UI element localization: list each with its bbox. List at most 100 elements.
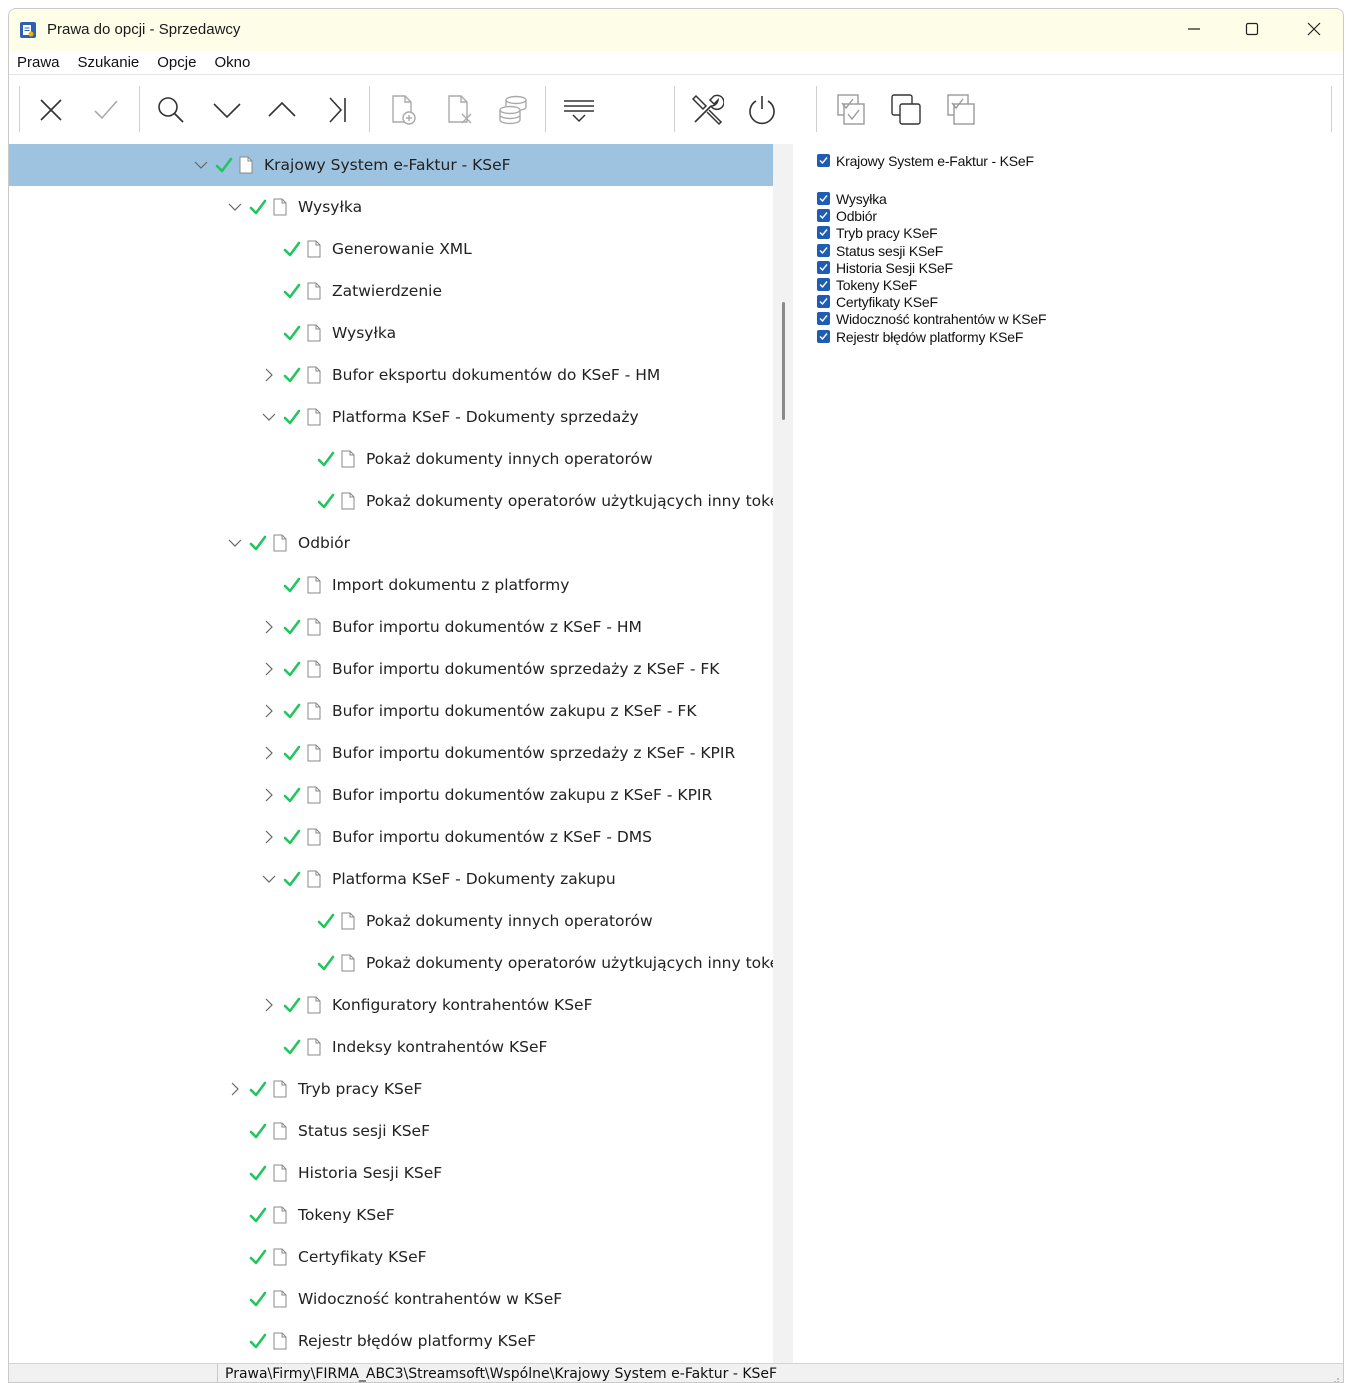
menu-prawa[interactable]: Prawa [17,54,60,71]
chevron-right-icon[interactable] [262,788,276,802]
green-check-icon[interactable] [248,1079,268,1099]
tree-scrollbar[interactable] [773,144,793,1363]
green-check-icon[interactable] [282,617,302,637]
tree-row[interactable]: Indeksy kontrahentów KSeF [9,1026,773,1068]
chevron-down-icon[interactable] [262,410,276,424]
chevron-right-icon[interactable] [262,830,276,844]
checkbox-row[interactable]: Historia Sesji KSeF [817,259,953,276]
menu-opcje[interactable]: Opcje [157,54,196,71]
tree-row[interactable]: Historia Sesji KSeF [9,1152,773,1194]
checkbox[interactable] [817,209,830,222]
green-check-icon[interactable] [248,1289,268,1309]
chevron-down-icon[interactable] [228,536,242,550]
uncheck-all-button[interactable] [886,92,926,132]
permissions-tree[interactable]: Krajowy System e-Faktur - KSeF Wysyłka Gen… [9,144,773,1363]
chevron-right-icon[interactable] [262,746,276,760]
green-check-icon[interactable] [282,659,302,679]
tree-row[interactable]: Bufor eksportu dokumentów do KSeF - HM [9,354,773,396]
chevron-down-icon[interactable] [262,872,276,886]
checkbox[interactable] [817,244,830,257]
menu-szukanie[interactable]: Szukanie [78,54,140,71]
add-document-button[interactable] [383,92,423,132]
tree-row[interactable]: Pokaż dokumenty innych operatorów [9,900,773,942]
green-check-icon[interactable] [282,365,302,385]
filter-button[interactable] [559,92,599,132]
green-check-icon[interactable] [248,1121,268,1141]
tree-row[interactable]: Bufor importu dokumentów z KSeF - DMS [9,816,773,858]
tree-row[interactable]: Rejestr błędów platformy KSeF [9,1320,773,1362]
cancel-button[interactable] [31,92,71,132]
green-check-icon[interactable] [282,575,302,595]
tree-row[interactable]: Wysyłka [9,186,773,228]
tree-row[interactable]: Tryb pracy KSeF [9,1068,773,1110]
chevron-down-icon[interactable] [228,200,242,214]
menu-okno[interactable]: Okno [214,54,250,71]
title-bar[interactable]: Prawa do opcji - Sprzedawcy [9,9,1343,51]
scrollbar-thumb[interactable] [782,302,785,420]
minimize-button[interactable] [1165,9,1223,51]
delete-document-button[interactable] [439,92,479,132]
green-check-icon[interactable] [282,323,302,343]
green-check-icon[interactable] [282,1037,302,1057]
tree-row[interactable]: Bufor importu dokumentów sprzedaży z KSe… [9,648,773,690]
chevron-right-icon[interactable] [262,368,276,382]
maximize-button[interactable] [1223,9,1281,51]
checkbox[interactable] [817,261,830,274]
checkbox[interactable] [817,330,830,343]
tree-row[interactable]: Generowanie XML [9,228,773,270]
checkbox[interactable] [817,278,830,291]
checkbox-row[interactable]: Odbiór [817,207,877,224]
green-check-icon[interactable] [282,785,302,805]
tree-row[interactable]: Wysyłka [9,312,773,354]
chevron-right-icon[interactable] [262,998,276,1012]
tree-row[interactable]: Status sesji KSeF [9,1110,773,1152]
tree-row[interactable]: Pokaż dokumenty operatorów użytkujących … [9,942,773,984]
checkbox-row[interactable]: Widoczność kontrahentów w KSeF [817,310,1047,327]
chevron-down-icon[interactable] [194,158,208,172]
green-check-icon[interactable] [248,1331,268,1351]
green-check-icon[interactable] [282,281,302,301]
accept-button[interactable] [86,92,126,132]
power-button[interactable] [742,92,782,132]
green-check-icon[interactable] [248,1163,268,1183]
green-check-icon[interactable] [248,533,268,553]
green-check-icon[interactable] [248,197,268,217]
green-check-icon[interactable] [214,155,234,175]
checkbox-row[interactable]: Rejestr błędów platformy KSeF [817,328,1023,345]
checkbox[interactable] [817,154,830,167]
tree-row[interactable]: Pokaż dokumenty innych operatorów [9,438,773,480]
green-check-icon[interactable] [248,1205,268,1225]
green-check-icon[interactable] [282,869,302,889]
chevron-right-icon[interactable] [262,704,276,718]
tree-row[interactable]: Import dokumentu z platformy [9,564,773,606]
green-check-icon[interactable] [316,449,336,469]
checkbox[interactable] [817,295,830,308]
tools-button[interactable] [687,92,727,132]
database-button[interactable] [493,92,533,132]
green-check-icon[interactable] [316,911,336,931]
green-check-icon[interactable] [282,827,302,847]
tree-row[interactable]: Widoczność kontrahentów w KSeF [9,1278,773,1320]
tree-row[interactable]: Bufor importu dokumentów zakupu z KSeF -… [9,774,773,816]
checkbox[interactable] [817,192,830,205]
tree-row[interactable]: Platforma KSeF - Dokumenty sprzedaży [9,396,773,438]
green-check-icon[interactable] [282,407,302,427]
tree-row[interactable]: Bufor importu dokumentów zakupu z KSeF -… [9,690,773,732]
chevron-right-icon[interactable] [262,620,276,634]
next-button[interactable] [207,92,247,132]
invert-check-button[interactable] [941,92,981,132]
tree-row[interactable]: Odbiór [9,522,773,564]
tree-row[interactable]: Certyfikaty KSeF [9,1236,773,1278]
checkbox-row[interactable]: Tokeny KSeF [817,276,917,293]
green-check-icon[interactable] [282,743,302,763]
resize-grip-icon[interactable] [1330,1372,1340,1382]
green-check-icon[interactable] [282,701,302,721]
checkbox-row[interactable]: Status sesji KSeF [817,242,943,259]
chevron-right-icon[interactable] [262,662,276,676]
tree-row[interactable]: Konfiguratory kontrahentów KSeF [9,984,773,1026]
green-check-icon[interactable] [248,1247,268,1267]
last-button[interactable] [317,92,357,132]
tree-row[interactable]: Pokaż dokumenty operatorów użytkujących … [9,480,773,522]
close-button[interactable] [1285,9,1343,51]
tree-row[interactable]: Bufor importu dokumentów sprzedaży z KSe… [9,732,773,774]
